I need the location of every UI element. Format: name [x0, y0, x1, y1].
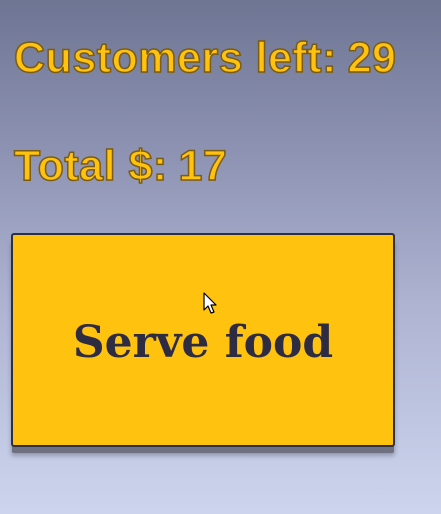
total-money-value: 17 [178, 142, 228, 190]
serve-food-label: Serve food [72, 316, 334, 368]
total-money-stat: Total $: 17 [13, 142, 228, 190]
serve-food-button[interactable]: Serve food [11, 233, 395, 447]
customers-left-value: 29 [347, 34, 397, 82]
total-money-label: Total $: [13, 142, 168, 190]
customers-left-label: Customers left: [13, 34, 337, 82]
customers-left-stat: Customers left: 29 [13, 34, 397, 82]
